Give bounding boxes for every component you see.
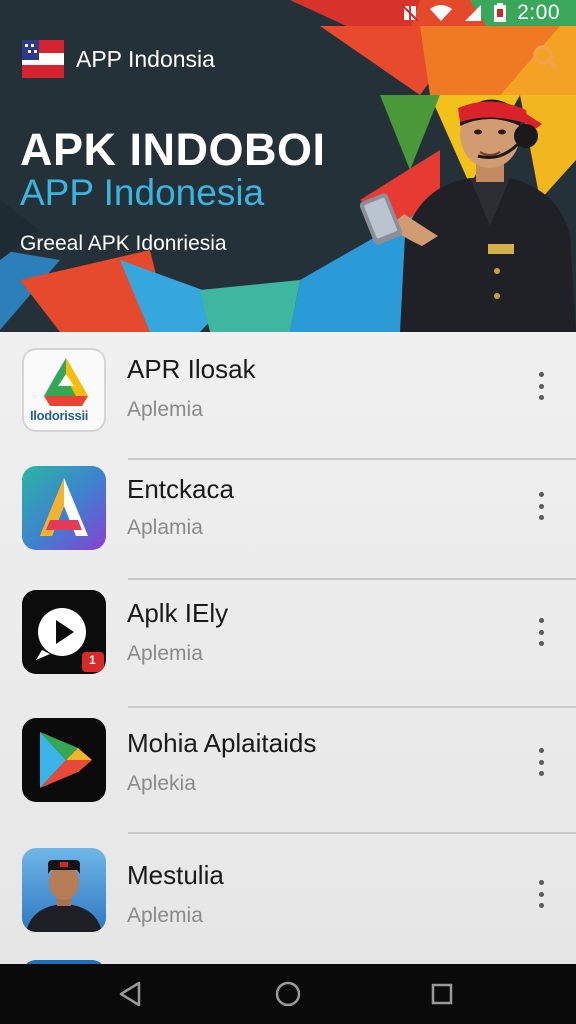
more-dot <box>538 383 544 389</box>
more-dot <box>538 641 544 646</box>
more-dot <box>538 618 544 623</box>
more-dot <box>538 891 544 897</box>
more-options-button[interactable] <box>530 492 552 520</box>
app-name: Entckaca <box>127 474 234 504</box>
person-with-headset-image <box>360 99 576 332</box>
banner-subtitle: APP Indonesia <box>20 172 265 213</box>
battery-icon <box>494 3 507 22</box>
list-item[interactable]: 1 Aplk IEly Aplemia <box>0 574 576 708</box>
more-options-button[interactable] <box>530 372 552 400</box>
more-dot <box>538 372 544 377</box>
app-bar: APP Indonsia <box>0 26 576 90</box>
more-dot <box>538 771 544 776</box>
more-dot <box>538 759 544 765</box>
home-circle-icon <box>275 981 301 1007</box>
list-item[interactable]: Ilodorissii APR Ilosak Aplemia <box>0 332 576 460</box>
more-dot <box>538 629 544 635</box>
list-item[interactable]: Mestulia Aplemia <box>0 834 576 962</box>
app-name: Mestulia <box>127 860 224 890</box>
signal-icon <box>465 5 482 21</box>
hero-banner: 2:00 APP Indonsia APK INDOBOI APP Indone… <box>0 0 576 332</box>
more-dot <box>538 515 544 520</box>
app-name: Aplk IEly <box>127 598 229 628</box>
app-name: Mohia Aplaitaids <box>127 728 317 758</box>
app-name: APR Ilosak <box>127 354 256 384</box>
more-dot <box>538 503 544 509</box>
search-button[interactable] <box>526 38 566 78</box>
notification-muted-icon <box>401 4 419 22</box>
video-play-icon: 1 <box>22 590 106 674</box>
back-button[interactable] <box>114 978 146 1010</box>
more-options-button[interactable] <box>530 618 552 646</box>
flag-icon <box>22 40 64 78</box>
list-item[interactable]: Entckaca Aplamia <box>0 452 576 580</box>
navigation-bar <box>0 964 576 1024</box>
recents-square-icon <box>431 983 453 1005</box>
app-category: Aplemia <box>127 642 203 665</box>
status-bar: 2:00 <box>0 0 576 26</box>
back-triangle-icon <box>119 981 141 1007</box>
more-options-button[interactable] <box>530 880 552 908</box>
app-title: APP Indonsia <box>76 46 215 72</box>
home-button[interactable] <box>272 978 304 1010</box>
wifi-icon <box>430 5 453 21</box>
app-list: Ilodorissii APR Ilosak Aplemia Entckaca … <box>0 332 576 964</box>
letter-a-logo-icon <box>22 466 106 550</box>
banner-tagline: Greeal APK Idonriesia <box>20 232 227 255</box>
more-dot <box>538 492 544 497</box>
more-dot <box>538 880 544 885</box>
more-dot <box>538 903 544 908</box>
list-item[interactable]: Mohia Aplaitaids Aplekia <box>0 702 576 834</box>
app-category: Aplamia <box>127 516 203 539</box>
app-category: Aplemia <box>127 398 203 421</box>
icon-label: Ilodorissii <box>30 408 89 423</box>
triangle-logo-icon: Ilodorissii <box>22 348 106 432</box>
more-options-button[interactable] <box>530 748 552 776</box>
notification-badge: 1 <box>89 653 96 667</box>
status-time: 2:00 <box>517 1 560 24</box>
search-icon <box>533 45 559 71</box>
banner-title: APK INDOBOI <box>20 124 326 175</box>
app-category: Aplekia <box>127 772 196 795</box>
app-category: Aplemia <box>127 904 203 927</box>
person-photo-icon <box>22 848 106 932</box>
play-store-icon <box>22 718 106 802</box>
recents-button[interactable] <box>426 978 458 1010</box>
more-dot <box>538 748 544 753</box>
more-dot <box>538 395 544 400</box>
